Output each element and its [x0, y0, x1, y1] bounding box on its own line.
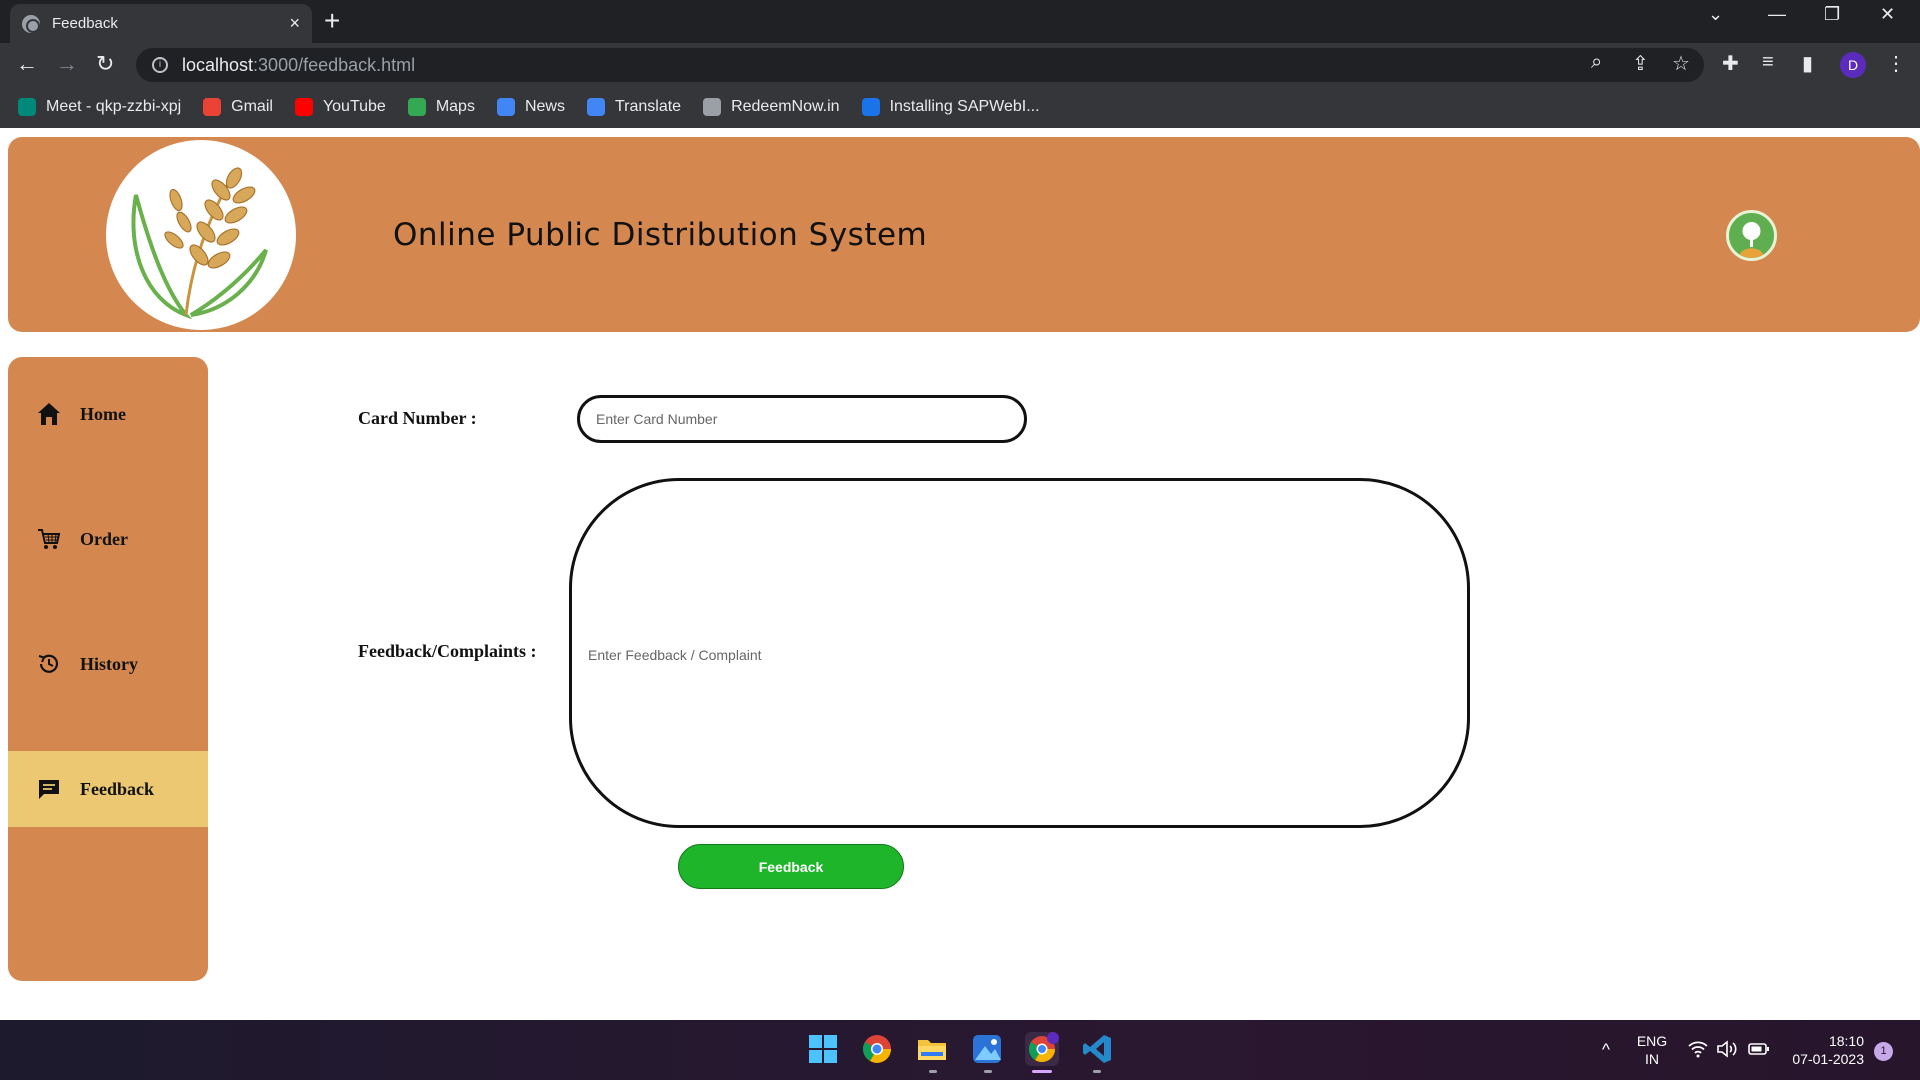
bookmark-item[interactable]: RedeemNow.in — [703, 98, 840, 116]
bookmark-favicon-icon — [496, 98, 515, 116]
clock-date: 07-01-2023 — [1792, 1051, 1864, 1067]
bookmark-favicon-icon — [18, 98, 36, 116]
language-code: ENG — [1636, 1033, 1668, 1049]
tab-search-icon[interactable]: ⌄ — [1708, 4, 1723, 25]
new-tab-button[interactable]: + — [324, 6, 340, 36]
bookmark-favicon-icon — [861, 98, 880, 116]
volume-icon[interactable] — [1716, 1040, 1738, 1063]
bookmark-label: Maps — [435, 98, 475, 115]
sidebar-item-order[interactable]: Order — [8, 501, 208, 577]
restore-icon[interactable]: ❐ — [1824, 4, 1840, 25]
bookmark-item[interactable]: Meet - qkp-zzbi-xpj — [18, 98, 181, 116]
bookmark-item[interactable]: Installing SAPWebI... — [861, 98, 1040, 116]
bookmark-label: Gmail — [231, 98, 273, 115]
address-bar[interactable]: i localhost:3000/feedback.html — [136, 48, 1704, 82]
sidebar-item-label: Order — [80, 528, 128, 549]
close-window-icon[interactable]: ✕ — [1880, 4, 1895, 25]
info-icon[interactable]: i — [152, 57, 168, 73]
bookmark-favicon-icon — [703, 98, 722, 116]
windows-taskbar: ^ ENG IN 18:10 07-01-2023 1 — [0, 1020, 1920, 1080]
minimize-icon[interactable]: — — [1768, 4, 1786, 25]
app-running-indicator — [929, 1070, 937, 1073]
bookmark-label: RedeemNow.in — [731, 98, 840, 115]
notification-badge[interactable]: 1 — [1874, 1042, 1893, 1061]
sidebar-item-history[interactable]: History — [8, 626, 208, 702]
language-indicator[interactable]: ENG IN — [1636, 1032, 1668, 1068]
sidebar-item-home[interactable]: Home — [8, 376, 208, 452]
sidebar-item-label: Feedback — [80, 778, 154, 799]
history-icon — [36, 651, 62, 677]
app-active-indicator — [1032, 1070, 1052, 1073]
bookmark-label: YouTube — [322, 98, 386, 115]
clock-time: 18:10 — [1828, 1033, 1864, 1049]
bookmark-label: Installing SAPWebI... — [889, 98, 1040, 115]
bookmarks-bar: Meet - qkp-zzbi-xpj Gmail YouTube Maps News T… — [0, 86, 1920, 128]
bookmark-favicon-icon — [294, 98, 313, 116]
tab-close-button[interactable]: × — [289, 13, 300, 34]
star-icon[interactable]: ☆ — [1672, 51, 1690, 76]
bookmark-item[interactable]: YouTube — [294, 98, 386, 116]
profile-avatar[interactable]: D — [1840, 52, 1866, 78]
wheat-logo — [106, 140, 296, 330]
bookmark-label: Translate — [614, 98, 682, 115]
photos-icon[interactable] — [970, 1032, 1004, 1066]
card-number-input[interactable] — [577, 395, 1027, 443]
url-path: :3000/feedback.html — [253, 54, 416, 75]
bookmark-item[interactable]: News — [496, 98, 565, 116]
bookmark-label: News — [524, 98, 565, 115]
sidebar: Home Order History Feedback — [8, 357, 208, 981]
bookmark-item[interactable]: Translate — [586, 98, 682, 116]
battery-icon[interactable] — [1748, 1040, 1770, 1063]
url-host: localhost — [182, 54, 254, 75]
app-running-indicator — [1093, 1070, 1101, 1073]
chat-icon — [36, 776, 62, 802]
menu-icon[interactable]: ⋮ — [1886, 51, 1906, 76]
page: Online Public Distribution System Home O… — [0, 128, 1920, 1020]
tray-overflow-icon[interactable]: ^ — [1602, 1040, 1610, 1060]
user-avatar[interactable] — [1726, 210, 1777, 261]
clock[interactable]: 18:10 07-01-2023 — [1784, 1032, 1864, 1068]
tab-title: Feedback — [52, 15, 118, 32]
reload-icon[interactable]: ↻ — [96, 52, 114, 76]
browser-tab-strip: Feedback × + ⌄ — ❐ ✕ — [0, 0, 1920, 43]
sidebar-item-label: History — [80, 653, 138, 674]
bookmark-favicon-icon — [203, 98, 222, 116]
bookmark-item[interactable]: Gmail — [203, 98, 273, 116]
bookmark-label: Meet - qkp-zzbi-xpj — [46, 98, 182, 115]
forward-icon[interactable]: → — [56, 52, 78, 76]
share-icon[interactable]: ⇪ — [1632, 51, 1649, 76]
sidebar-item-feedback[interactable]: Feedback — [8, 751, 208, 827]
bookmark-favicon-icon — [407, 98, 426, 116]
bookmark-favicon-icon — [586, 98, 605, 116]
card-number-label: Card Number : — [358, 408, 477, 428]
windows-start-icon[interactable] — [806, 1032, 840, 1066]
browser-toolbar: ← → ↻ i localhost:3000/feedback.html ⌕ ⇪… — [0, 43, 1920, 86]
side-panel-icon[interactable]: ▮ — [1802, 51, 1813, 76]
wifi-icon[interactable] — [1688, 1040, 1708, 1063]
site-header: Online Public Distribution System — [8, 137, 1920, 332]
back-icon[interactable]: ← — [16, 52, 38, 76]
feedback-textarea[interactable] — [569, 478, 1470, 828]
feedback-label: Feedback/Complaints : — [358, 641, 537, 661]
sidebar-item-label: Home — [80, 403, 126, 424]
home-icon — [36, 401, 62, 427]
feedback-submit-button[interactable]: Feedback — [678, 844, 904, 889]
globe-icon — [22, 14, 40, 33]
app-running-indicator — [984, 1070, 992, 1073]
media-icon[interactable]: ≡ — [1762, 51, 1774, 74]
chrome-profile-icon[interactable] — [1025, 1032, 1059, 1066]
chrome-icon[interactable] — [860, 1032, 894, 1066]
region-code: IN — [1645, 1051, 1659, 1067]
browser-tab[interactable]: Feedback × — [10, 4, 312, 43]
cart-icon — [36, 526, 62, 552]
site-title: Online Public Distribution System — [393, 217, 928, 253]
bookmark-item[interactable]: Maps — [407, 98, 475, 116]
extensions-icon[interactable]: ✚ — [1722, 51, 1739, 76]
file-explorer-icon[interactable] — [915, 1032, 949, 1066]
zoom-icon[interactable]: ⌕ — [1591, 51, 1602, 74]
vscode-icon[interactable] — [1080, 1032, 1114, 1066]
